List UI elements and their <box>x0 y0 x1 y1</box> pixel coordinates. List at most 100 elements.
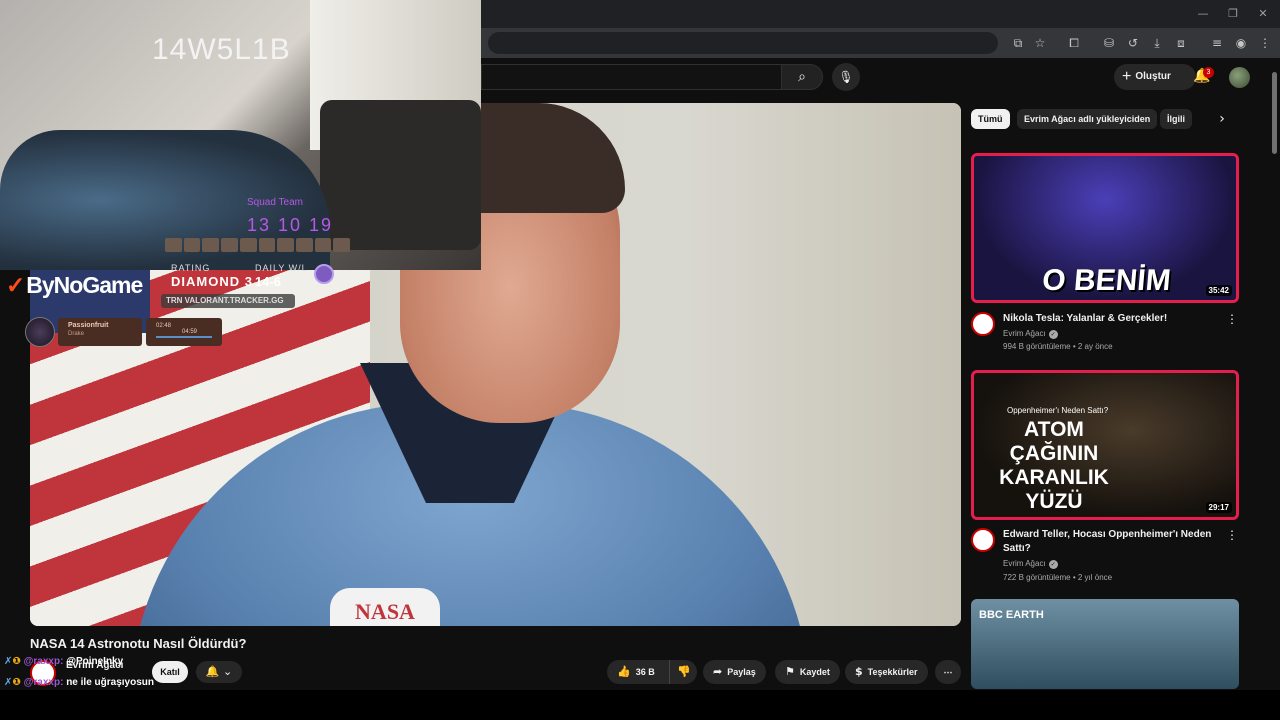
rank-icon <box>314 264 334 284</box>
download-icon[interactable]: ⤓ <box>1147 33 1167 53</box>
sponsor-mark-icon: ✓ <box>6 272 25 298</box>
translate-icon[interactable]: ⧈ <box>1171 33 1191 53</box>
thumbnail-text: ATOM ÇAĞININ KARANLIK YÜZÜ <box>999 418 1109 513</box>
agent-icon <box>202 238 220 252</box>
recommendation-thumbnail[interactable]: Oppenheimer'ı Neden Sattı? ATOM ÇAĞININ … <box>971 370 1239 520</box>
chat-username: @raxxp: <box>23 656 64 667</box>
more-horizontal-icon: ⋯ <box>943 667 953 677</box>
chip-related[interactable]: İlgili <box>1160 109 1192 129</box>
recommendation-title[interactable]: Nikola Tesla: Yalanlar & Gerçekler! <box>1003 312 1213 326</box>
share-label: Paylaş <box>727 667 756 677</box>
agent-history-strip <box>165 238 351 252</box>
like-count: 36 B <box>635 667 655 677</box>
agent-icon <box>165 238 182 252</box>
music-progress-bar <box>156 336 212 338</box>
video-title: NASA 14 Astronotu Nasıl Öldürdü? <box>30 636 247 651</box>
more-actions-button[interactable]: ⋯ <box>935 660 961 684</box>
sub-badge-icon: ❶ <box>12 656 21 667</box>
chevron-right-icon[interactable]: › <box>1212 109 1232 129</box>
thumbnail-text: O BENİM TESLA'M! <box>1032 264 1175 300</box>
nasa-patch: NASA <box>330 588 440 626</box>
now-playing-card: Passionfruit Drake <box>58 318 142 346</box>
user-avatar[interactable] <box>1229 67 1250 88</box>
extensions-icon[interactable]: ⧠ <box>1064 33 1084 53</box>
scrollbar-thumb[interactable] <box>1272 72 1277 154</box>
create-label: Oluştur <box>1135 71 1171 82</box>
voice-search-button[interactable]: 🎙 <box>832 63 860 91</box>
recommendation-thumbnail[interactable]: BBC EARTH <box>971 599 1239 689</box>
close-window-button[interactable]: ✕ <box>1252 5 1274 23</box>
verified-icon: ✓ <box>1048 330 1058 339</box>
profile-icon[interactable]: ◉ <box>1231 33 1251 53</box>
like-button[interactable]: 👍 36 B <box>607 660 669 684</box>
webcam-sofa <box>320 100 481 250</box>
more-vertical-icon[interactable]: ⋮ <box>1226 312 1238 326</box>
chevron-down-icon: ⌄ <box>222 665 233 678</box>
daily-wl-value: 14-6 <box>255 274 282 289</box>
agent-icon <box>295 238 313 252</box>
music-title: Passionfruit <box>68 322 109 329</box>
chat-message: @PoineInky <box>66 656 124 667</box>
agent-icon <box>277 238 294 252</box>
music-total: 04:59 <box>182 329 198 335</box>
agent-icon <box>258 238 276 252</box>
menu-icon[interactable]: ⋮ <box>1255 33 1275 53</box>
sponsor-name: ByNoGame <box>26 272 143 298</box>
subscription-bell-button[interactable]: 🔔 ⌄ <box>196 661 242 683</box>
create-button[interactable]: + Oluştur <box>1114 64 1196 90</box>
notification-badge: 3 <box>1203 67 1214 78</box>
history-icon[interactable]: ↺ <box>1123 33 1143 53</box>
sub-badge-icon: ❶ <box>12 677 21 688</box>
verified-icon: ✓ <box>1048 560 1058 569</box>
recommendation-title[interactable]: Edward Teller, Hocası Oppenheimer'ı Nede… <box>1003 528 1213 556</box>
share-button[interactable]: ➦ Paylaş <box>703 660 766 684</box>
cast-icon[interactable]: ⧉ <box>1008 33 1028 53</box>
recommendation-channel[interactable]: Evrim Ağacı ✓ <box>1003 329 1058 339</box>
reading-list-icon[interactable]: ≡ <box>1207 33 1227 53</box>
rating-value: DIAMOND 3 <box>171 274 253 289</box>
music-artist: Drake <box>68 331 85 337</box>
bookmark-icon: ⚑ <box>785 665 795 678</box>
agent-icon <box>183 238 201 252</box>
mic-icon: 🎙 <box>838 70 854 84</box>
sponsor-logo: ✓ByNoGame <box>6 272 143 299</box>
save-label: Kaydet <box>799 667 830 677</box>
thumbs-down-icon: 👎 <box>677 665 691 678</box>
chip-all[interactable]: Tümü <box>971 109 1010 129</box>
thumbnail-caption: Oppenheimer'ı Neden Sattı? <box>1007 406 1109 415</box>
search-icon: ⌕ <box>798 69 806 85</box>
channel-avatar[interactable] <box>971 528 995 552</box>
star-icon[interactable]: ☆ <box>1030 33 1050 53</box>
match-stats-label: Squad Team <box>247 197 303 208</box>
address-bar[interactable] <box>488 32 998 54</box>
thanks-button[interactable]: $ Teşekkürler <box>845 660 928 684</box>
tracker-label: TRN VALORANT.TRACKER.GG <box>161 294 295 308</box>
recommendation-meta: 994 B görüntüleme • 2 ay önce <box>1003 342 1113 351</box>
webcam-code-text: 14W5L1B <box>152 33 291 66</box>
channel-name: Evrim Ağacı <box>1003 329 1046 338</box>
chat-username: @raxxp: <box>23 677 64 688</box>
maximize-button[interactable]: ❐ <box>1222 5 1244 23</box>
dislike-button[interactable]: 👎 <box>669 660 697 684</box>
thanks-icon: $ <box>855 665 863 678</box>
music-cover-art <box>25 317 55 347</box>
save-button[interactable]: ⚑ Kaydet <box>775 660 840 684</box>
thanks-label: Teşekkürler <box>867 667 918 677</box>
channel-avatar[interactable] <box>971 312 995 336</box>
chat-line: ✗❶ @raxxp: ne ile uğraşıyosun <box>4 677 154 688</box>
join-button[interactable]: Katıl <box>152 661 188 683</box>
chat-message: ne ile uğraşıyosun <box>66 677 154 688</box>
more-vertical-icon[interactable]: ⋮ <box>1226 528 1238 542</box>
music-time-card: 02:48 04:59 <box>146 318 222 346</box>
music-elapsed: 02:48 <box>156 323 172 329</box>
share-icon: ➦ <box>713 665 723 678</box>
bell-icon: 🔔 <box>205 665 220 678</box>
plus-icon: + <box>1122 68 1132 85</box>
chip-from-uploader[interactable]: Evrim Ağacı adlı yükleyiciden <box>1017 109 1158 129</box>
search-button[interactable]: ⌕ <box>781 64 823 90</box>
recommendation-channel[interactable]: Evrim Ağacı ✓ <box>1003 559 1058 569</box>
recommendation-thumbnail[interactable]: O BENİM TESLA'M! 35:42 <box>971 153 1239 303</box>
minimize-button[interactable]: — <box>1192 5 1214 23</box>
search-input[interactable] <box>481 64 781 90</box>
incognito-icon[interactable]: ⛁ <box>1099 33 1119 53</box>
